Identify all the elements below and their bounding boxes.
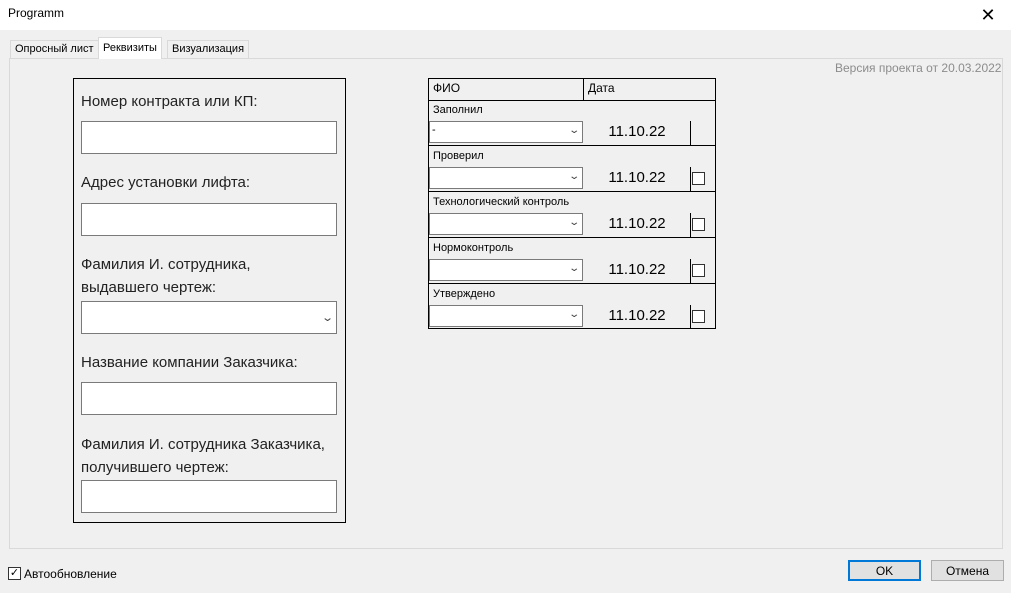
tech-control-name-select[interactable]: ⌄: [429, 213, 583, 235]
table-line: [428, 237, 716, 238]
cancel-button[interactable]: Отмена: [931, 560, 1004, 581]
header-date: Дата: [588, 81, 615, 95]
cell-divider: [690, 305, 691, 329]
address-input[interactable]: [81, 203, 337, 236]
checked-checkbox[interactable]: [692, 172, 705, 185]
approved-name-select[interactable]: ⌄: [429, 305, 583, 327]
chevron-down-icon: ⌄: [567, 217, 580, 228]
tab-requisites[interactable]: Реквизиты: [98, 37, 162, 59]
cell-divider: [690, 213, 691, 237]
close-icon[interactable]: ✕: [965, 0, 1011, 30]
chevron-down-icon: ⌄: [567, 309, 580, 320]
checked-date[interactable]: 11.10.22: [584, 167, 690, 189]
table-line: [428, 283, 716, 284]
title-bar: Programm ✕: [0, 0, 1011, 30]
row-label-norm-control: Нормоконтроль: [433, 242, 514, 254]
employee-select[interactable]: ⌄: [81, 301, 337, 334]
row-label-filled: Заполнил: [433, 104, 483, 116]
address-label: Адрес установки лифта:: [81, 174, 251, 191]
header-divider: [583, 78, 584, 100]
checked-name-select[interactable]: ⌄: [429, 167, 583, 189]
window-title: Programm: [8, 6, 65, 20]
tab-visualization[interactable]: Визуализация: [167, 40, 250, 58]
approved-checkbox[interactable]: [692, 310, 705, 323]
chevron-down-icon: ⌄: [320, 312, 334, 324]
tab-questionnaire[interactable]: Опросный лист: [10, 40, 99, 58]
customer-employee-label-line1: Фамилия И. сотрудника Заказчика,: [81, 436, 325, 453]
employee-label-line2: выдавшего чертеж:: [81, 279, 217, 296]
filled-name-value: -: [432, 124, 436, 136]
norm-control-checkbox[interactable]: [692, 264, 705, 277]
cell-divider: [690, 167, 691, 191]
employee-label-line1: Фамилия И. сотрудника,: [81, 256, 251, 273]
row-label-checked: Проверил: [433, 150, 484, 162]
norm-control-name-select[interactable]: ⌄: [429, 259, 583, 281]
filled-date[interactable]: 11.10.22: [584, 121, 690, 143]
header-fio: ФИО: [433, 81, 461, 95]
chevron-down-icon: ⌄: [567, 125, 580, 136]
table-line: [428, 145, 716, 146]
tech-control-checkbox[interactable]: [692, 218, 705, 231]
filled-name-select[interactable]: - ⌄: [429, 121, 583, 143]
cell-divider: [690, 259, 691, 283]
autoupdate-checkbox[interactable]: ✓: [8, 567, 21, 580]
cell-divider: [690, 121, 691, 145]
table-line: [428, 100, 716, 101]
norm-control-date[interactable]: 11.10.22: [584, 259, 690, 281]
customer-employee-label-line2: получившего чертеж:: [81, 459, 229, 476]
approved-date[interactable]: 11.10.22: [584, 305, 690, 327]
ok-button[interactable]: OK: [848, 560, 921, 581]
company-label: Название компании Заказчика:: [81, 354, 298, 371]
chevron-down-icon: ⌄: [567, 263, 580, 274]
row-label-tech-control: Технологический контроль: [433, 196, 570, 208]
customer-employee-input[interactable]: [81, 480, 337, 513]
contract-label: Номер контракта или КП:: [81, 93, 258, 110]
chevron-down-icon: ⌄: [567, 171, 580, 182]
tech-control-date[interactable]: 11.10.22: [584, 213, 690, 235]
table-line: [428, 191, 716, 192]
autoupdate-label: Автообновление: [24, 567, 117, 581]
version-label: Версия проекта от 20.03.2022: [835, 61, 1002, 75]
row-label-approved: Утверждено: [433, 288, 496, 300]
company-input[interactable]: [81, 382, 337, 415]
contract-input[interactable]: [81, 121, 337, 154]
